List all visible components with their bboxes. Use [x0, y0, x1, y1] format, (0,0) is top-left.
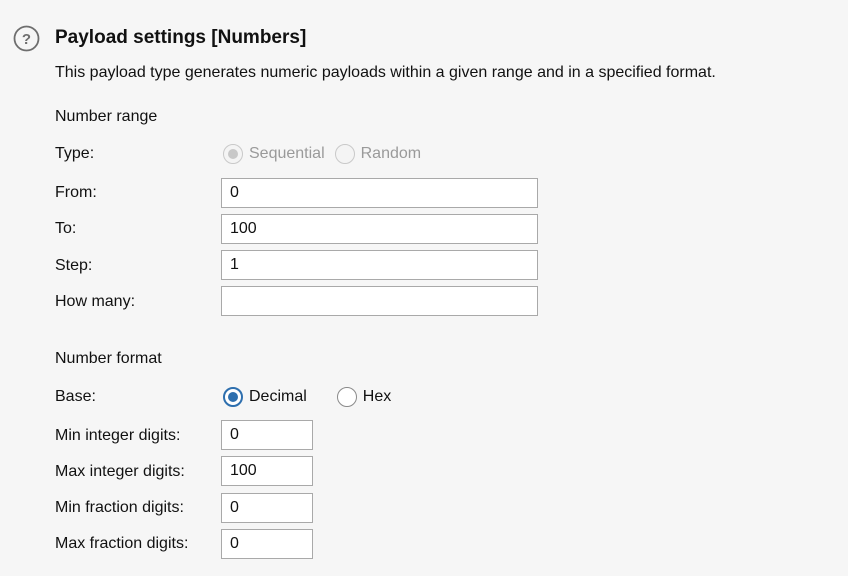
base-radio-group: Decimal Hex — [223, 387, 401, 407]
base-decimal-radio[interactable]: Decimal — [223, 387, 307, 407]
payload-settings-panel: ? Payload settings [Numbers] This payloa… — [0, 0, 848, 576]
how-many-input[interactable] — [221, 286, 538, 316]
max-fraction-digits-input[interactable] — [221, 529, 313, 559]
svg-text:?: ? — [22, 31, 31, 48]
random-radio-indicator — [334, 144, 355, 164]
type-label: Type: — [55, 145, 95, 162]
min-fraction-digits-input[interactable] — [221, 493, 313, 523]
to-label: To: — [55, 220, 77, 237]
hex-radio-indicator — [336, 387, 357, 407]
from-input[interactable] — [221, 178, 538, 208]
from-label: From: — [55, 184, 97, 201]
base-label: Base: — [55, 388, 96, 405]
to-input[interactable] — [221, 214, 538, 244]
panel-title: Payload settings [Numbers] — [55, 27, 307, 48]
max-integer-digits-input[interactable] — [221, 456, 313, 486]
decimal-radio-label: Decimal — [249, 388, 307, 405]
max-integer-digits-label: Max integer digits: — [55, 463, 185, 480]
min-integer-digits-input[interactable] — [221, 420, 313, 450]
base-hex-radio[interactable]: Hex — [336, 387, 392, 407]
sequential-radio-indicator — [223, 144, 243, 164]
step-label: Step: — [55, 257, 93, 274]
help-icon[interactable]: ? — [13, 25, 40, 52]
hex-radio-label: Hex — [362, 388, 392, 405]
min-fraction-digits-label: Min fraction digits: — [55, 499, 184, 516]
decimal-radio-indicator — [223, 387, 243, 407]
number-format-heading: Number format — [55, 350, 162, 367]
how-many-label: How many: — [55, 293, 136, 310]
max-fraction-digits-label: Max fraction digits: — [55, 535, 189, 552]
type-radio-group: Sequential Random — [223, 144, 431, 164]
step-input[interactable] — [221, 250, 538, 280]
type-random-radio[interactable]: Random — [334, 144, 422, 164]
number-range-heading: Number range — [55, 108, 158, 125]
random-radio-label: Random — [360, 145, 422, 162]
min-integer-digits-label: Min integer digits: — [55, 427, 181, 444]
panel-description: This payload type generates numeric payl… — [55, 64, 716, 81]
sequential-radio-label: Sequential — [249, 145, 325, 162]
type-sequential-radio[interactable]: Sequential — [223, 144, 325, 164]
